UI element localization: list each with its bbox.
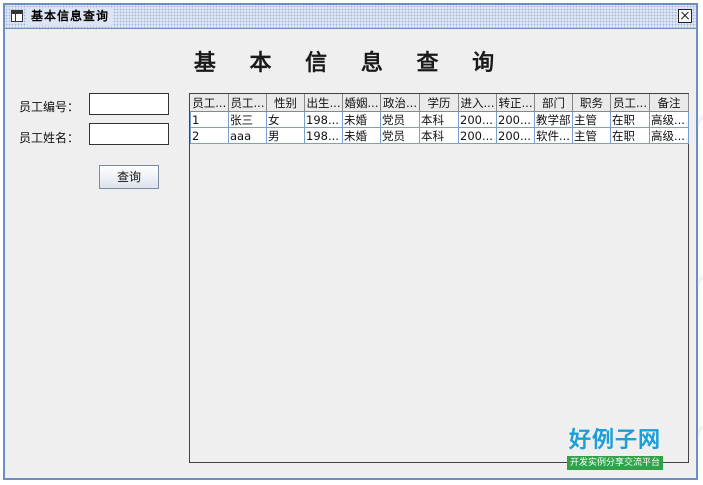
table-cell[interactable]: 软件... (534, 127, 573, 144)
table-cell[interactable]: 党员 (380, 127, 420, 144)
results-table: 员工... 员工... 性别 出生... 婚姻... 政治... 学历 进入..… (190, 94, 689, 144)
table-cell[interactable]: 2 (190, 127, 229, 144)
table-cell[interactable]: 200... (458, 111, 497, 128)
table-cell[interactable]: 主管 (572, 127, 611, 144)
table-cell[interactable]: 高级... (649, 127, 689, 144)
table-cell[interactable]: 张三 (228, 111, 267, 128)
emp-id-input[interactable] (89, 93, 169, 115)
column-header[interactable]: 进入... (458, 94, 497, 112)
table-cell[interactable]: 198... (304, 111, 343, 128)
table-row[interactable]: 2 aaa 男 198... 未婚 党员 本科 200... 200... 软件… (190, 127, 689, 144)
brand-logo: 好例子网 开发实例分享交流平台 (556, 428, 674, 474)
table-cell[interactable]: 200... (496, 127, 535, 144)
emp-id-label: 员工编号： (19, 100, 80, 114)
column-header[interactable]: 政治... (380, 94, 420, 112)
column-header[interactable]: 学历 (419, 94, 459, 112)
table-cell[interactable]: 未婚 (342, 111, 381, 128)
table-cell[interactable]: 本科 (419, 111, 459, 128)
table-cell[interactable]: 高级... (649, 111, 689, 128)
column-header[interactable]: 员工... (228, 94, 267, 112)
brand-name: 好例子网 (568, 428, 661, 453)
table-cell[interactable]: 本科 (419, 127, 459, 144)
results-table-panel[interactable]: 员工... 员工... 性别 出生... 婚姻... 政治... 学历 进入..… (189, 93, 689, 463)
table-row[interactable]: 1 张三 女 198... 未婚 党员 本科 200... 200... 教学部… (190, 111, 689, 128)
emp-name-input[interactable] (89, 123, 169, 145)
app-window: 基本信息查询 基 本 信 息 查 询 员工编号： 员工姓名： 查询 员工... … (3, 3, 698, 480)
column-header[interactable]: 性别 (266, 94, 305, 112)
close-button[interactable] (678, 9, 692, 23)
emp-name-label: 员工姓名： (19, 131, 80, 145)
table-cell[interactable]: 男 (266, 127, 305, 144)
table-cell[interactable]: 党员 (380, 111, 420, 128)
table-cell[interactable]: 教学部 (534, 111, 573, 128)
title-bar[interactable]: 基本信息查询 (5, 5, 696, 29)
table-cell[interactable]: 女 (266, 111, 305, 128)
table-cell[interactable]: 1 (190, 111, 229, 128)
table-header-row: 员工... 员工... 性别 出生... 婚姻... 政治... 学历 进入..… (190, 94, 689, 112)
column-header[interactable]: 转正... (496, 94, 535, 112)
page-title: 基 本 信 息 查 询 (193, 50, 508, 76)
brand-tagline: 开发实例分享交流平台 (566, 456, 663, 470)
column-header[interactable]: 部门 (534, 94, 573, 112)
table-cell[interactable]: aaa (228, 127, 267, 144)
window-title: 基本信息查询 (27, 8, 114, 25)
column-header[interactable]: 备注 (649, 94, 689, 112)
column-header[interactable]: 职务 (572, 94, 611, 112)
column-header[interactable]: 员工... (610, 94, 650, 112)
table-cell[interactable]: 在职 (610, 127, 650, 144)
table-cell[interactable]: 在职 (610, 111, 650, 128)
table-cell[interactable]: 未婚 (342, 127, 381, 144)
window-icon (11, 10, 23, 22)
table-cell[interactable]: 主管 (572, 111, 611, 128)
table-cell[interactable]: 200... (458, 127, 497, 144)
query-button[interactable]: 查询 (99, 165, 159, 189)
column-header[interactable]: 婚姻... (342, 94, 381, 112)
table-cell[interactable]: 198... (304, 127, 343, 144)
column-header[interactable]: 出生... (304, 94, 343, 112)
column-header[interactable]: 员工... (190, 94, 229, 112)
table-cell[interactable]: 200... (496, 111, 535, 128)
